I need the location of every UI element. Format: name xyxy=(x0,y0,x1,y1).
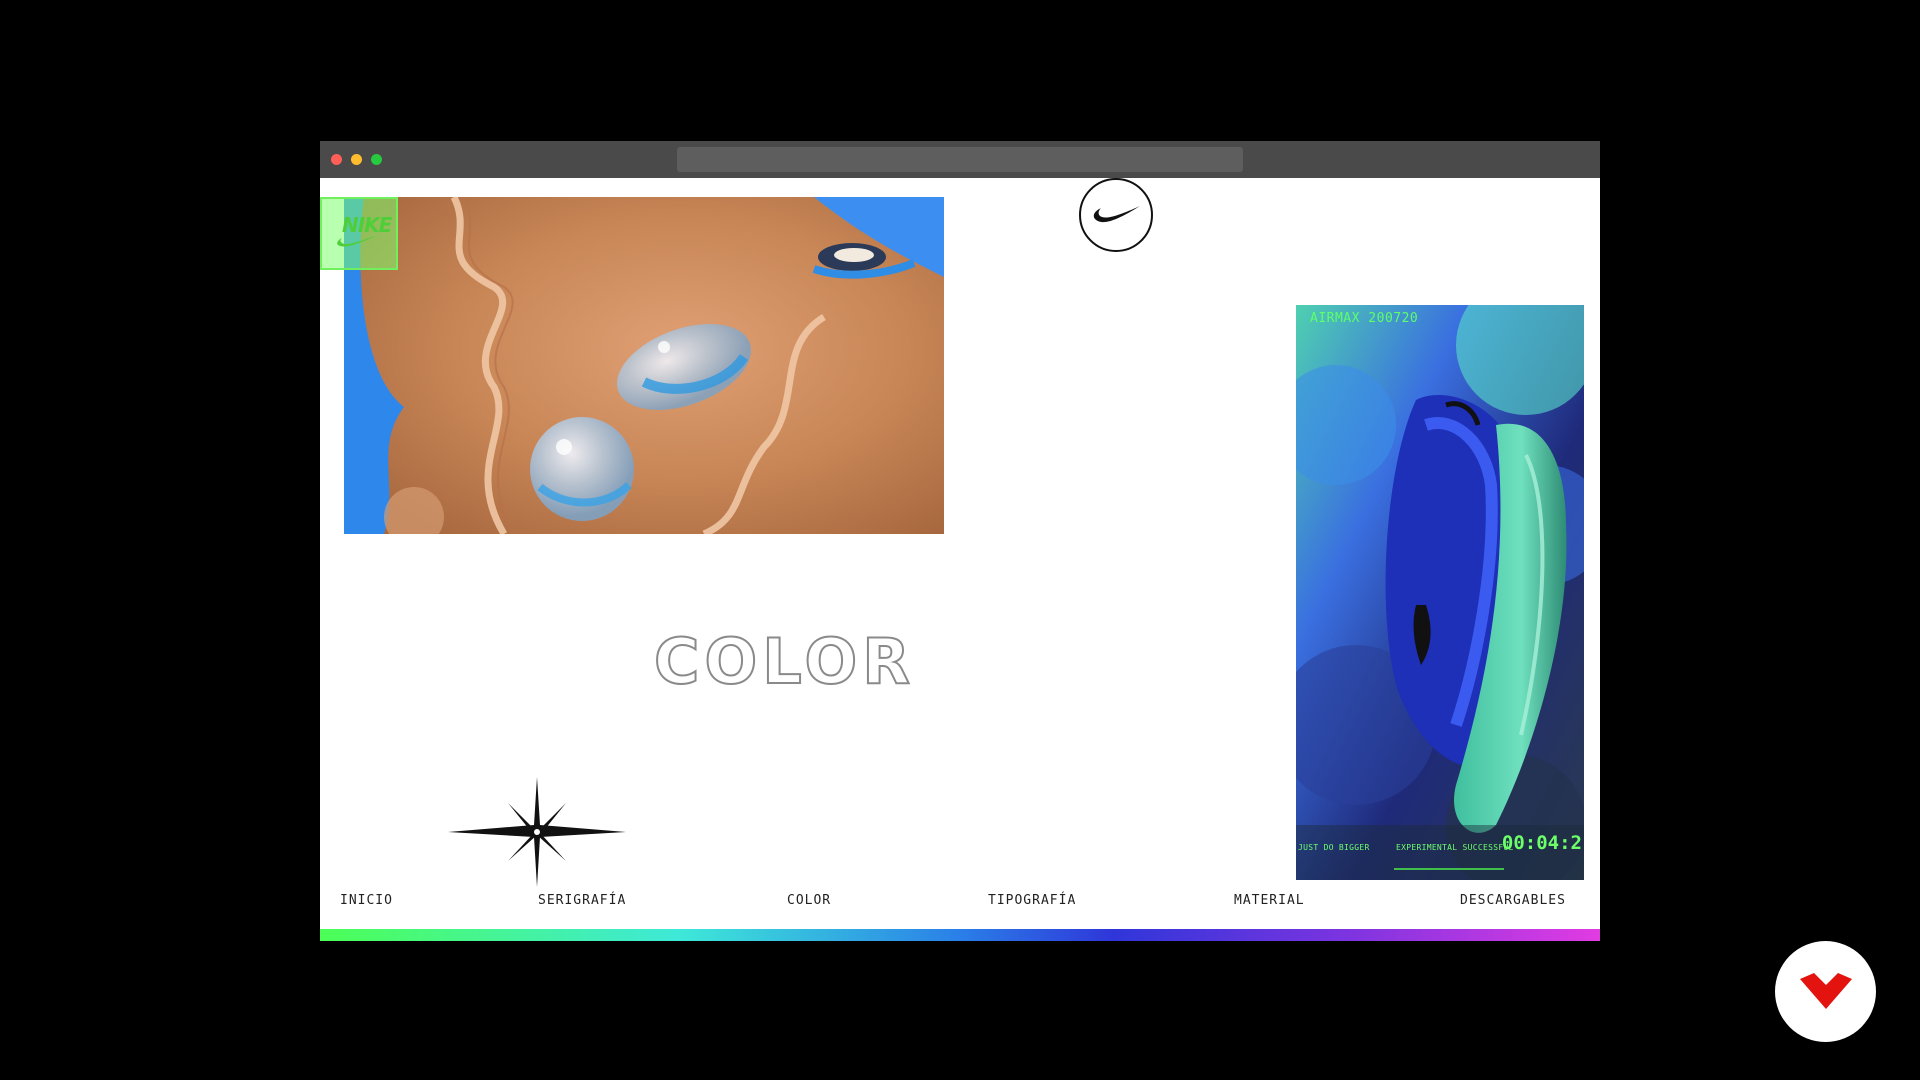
bottom-navigation: INICIO SERIGRAFÍA COLOR TIPOGRAFÍA MATER… xyxy=(320,890,1600,914)
shoe-video-illustration xyxy=(1296,305,1584,880)
address-bar[interactable] xyxy=(677,147,1243,172)
nike-swoosh-icon xyxy=(337,235,378,247)
browser-window: NIKE COLOR AIRMAX 200720 JUST DO BIGGER … xyxy=(320,141,1600,941)
nike-logo-badge[interactable]: NIKE xyxy=(320,197,398,270)
hero-photo-illustration xyxy=(344,197,944,534)
web-page: NIKE COLOR AIRMAX 200720 JUST DO BIGGER … xyxy=(320,178,1600,941)
video-progress-bar[interactable] xyxy=(1394,868,1504,870)
rainbow-gradient-bar xyxy=(320,929,1600,941)
minimize-window-button[interactable] xyxy=(351,154,362,165)
nike-swoosh-button[interactable] xyxy=(1079,178,1153,252)
nav-item-inicio[interactable]: INICIO xyxy=(340,893,393,908)
nav-item-color[interactable]: COLOR xyxy=(787,893,831,908)
video-tag: AIRMAX 200720 xyxy=(1310,311,1419,326)
video-card[interactable]: AIRMAX 200720 JUST DO BIGGER EXPERIMENTA… xyxy=(1296,305,1584,880)
video-frame: NIKE COLOR AIRMAX 200720 JUST DO BIGGER … xyxy=(0,0,1920,1080)
video-caption-mid: EXPERIMENTAL SUCCESSFUL xyxy=(1396,843,1514,852)
nav-item-serigrafia[interactable]: SERIGRAFÍA xyxy=(538,893,626,908)
domestika-badge[interactable] xyxy=(1775,941,1876,1042)
video-timer: 00:04:2 xyxy=(1501,832,1582,854)
browser-titlebar xyxy=(320,141,1600,178)
nav-item-tipografia[interactable]: TIPOGRAFÍA xyxy=(988,893,1076,908)
maximize-window-button[interactable] xyxy=(371,154,382,165)
nike-swoosh-icon xyxy=(1093,206,1140,223)
section-title: COLOR xyxy=(653,624,915,699)
close-window-button[interactable] xyxy=(331,154,342,165)
domestika-logo-icon xyxy=(1800,973,1852,1009)
nav-item-descargables[interactable]: DESCARGABLES xyxy=(1460,893,1566,908)
hero-image xyxy=(344,197,944,534)
sparkle-star-icon xyxy=(448,777,626,887)
nav-item-material[interactable]: MATERIAL xyxy=(1234,893,1305,908)
video-caption-left: JUST DO BIGGER xyxy=(1298,843,1370,852)
